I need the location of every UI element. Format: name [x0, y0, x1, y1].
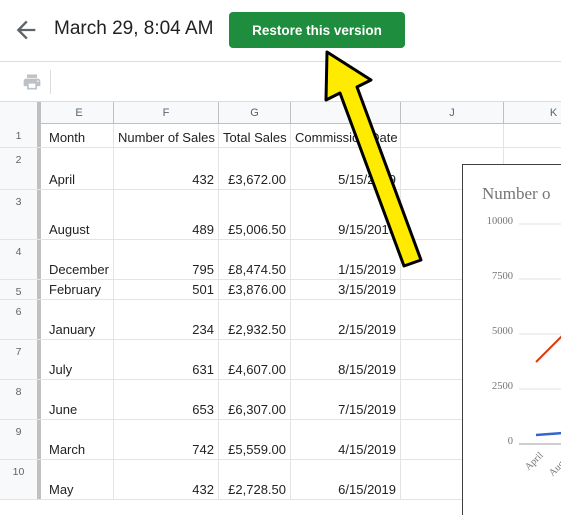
toolbar-divider — [50, 70, 51, 94]
cell-sales[interactable]: 234 — [114, 300, 219, 339]
version-title: March 29, 8:04 AM — [54, 18, 214, 39]
row-header[interactable]: 10 — [0, 460, 41, 499]
chart-plot-area — [519, 223, 561, 445]
cell-total[interactable]: £3,672.00 — [219, 148, 291, 189]
cell-comm[interactable]: 8/15/2019 — [291, 340, 401, 379]
version-header: March 29, 8:04 AM Restore this version — [0, 0, 561, 62]
cell-sales[interactable]: 501 — [114, 280, 219, 299]
cell-month[interactable]: January — [45, 300, 114, 339]
row-header[interactable]: 6 — [0, 300, 41, 339]
cell-sales[interactable]: Number of Sales — [114, 124, 219, 147]
table-row: 1 Month Number of Sales Total Sales Commissi… — [0, 124, 561, 148]
sales-chart[interactable]: Number o 10000 7500 5000 2500 0 April Au… — [462, 164, 561, 515]
row-header[interactable]: 5 — [0, 280, 41, 299]
cell-month[interactable]: August — [45, 190, 114, 239]
cell-comm[interactable]: 9/15/2019 — [291, 190, 401, 239]
cell-sales[interactable]: 489 — [114, 190, 219, 239]
cell-comm[interactable]: Commission Date — [291, 124, 401, 147]
cell-comm[interactable]: 4/15/2019 — [291, 420, 401, 459]
cell-sales[interactable]: 631 — [114, 340, 219, 379]
toolbar — [0, 62, 561, 102]
row-header[interactable]: 4 — [0, 240, 41, 279]
cell-month[interactable]: February — [45, 280, 114, 299]
cell-comm[interactable]: 6/15/2019 — [291, 460, 401, 499]
column-header-h[interactable] — [291, 102, 401, 124]
cell-month[interactable]: May — [45, 460, 114, 499]
cell-month[interactable]: April — [45, 148, 114, 189]
cell-total[interactable]: £8,474.50 — [219, 240, 291, 279]
cell-comm[interactable]: 7/15/2019 — [291, 380, 401, 419]
cell-month[interactable]: Month — [45, 124, 114, 147]
cell-empty[interactable] — [401, 124, 504, 147]
back-arrow-icon[interactable] — [12, 16, 40, 44]
column-header-k[interactable]: K — [504, 102, 561, 124]
cell-total[interactable]: £2,932.50 — [219, 300, 291, 339]
cell-total[interactable]: £4,607.00 — [219, 340, 291, 379]
column-header-g[interactable]: G — [219, 102, 291, 124]
row-header[interactable]: 9 — [0, 420, 41, 459]
cell-total[interactable]: £5,006.50 — [219, 190, 291, 239]
row-header[interactable]: 2 — [0, 148, 41, 189]
cell-month[interactable]: June — [45, 380, 114, 419]
column-header-e[interactable]: E — [45, 102, 114, 124]
column-header-row: E F G J K — [0, 102, 561, 124]
cell-comm[interactable]: 3/15/2019 — [291, 280, 401, 299]
cell-sales[interactable]: 432 — [114, 148, 219, 189]
cell-total[interactable]: Total Sales — [219, 124, 291, 147]
row-header[interactable]: 8 — [0, 380, 41, 419]
cell-total[interactable]: £3,876.00 — [219, 280, 291, 299]
cell-comm[interactable]: 2/15/2019 — [291, 300, 401, 339]
cell-total[interactable]: £5,559.00 — [219, 420, 291, 459]
row-header[interactable]: 1 — [0, 124, 41, 147]
cell-sales[interactable]: 742 — [114, 420, 219, 459]
cell-sales[interactable]: 653 — [114, 380, 219, 419]
cell-month[interactable]: July — [45, 340, 114, 379]
print-icon[interactable] — [22, 72, 42, 92]
cell-sales[interactable]: 795 — [114, 240, 219, 279]
series-line-red — [535, 335, 561, 363]
row-header[interactable]: 7 — [0, 340, 41, 379]
cell-empty[interactable] — [504, 124, 561, 147]
series-line-blue — [535, 431, 561, 437]
cell-sales[interactable]: 432 — [114, 460, 219, 499]
cell-total[interactable]: £2,728.50 — [219, 460, 291, 499]
cell-total[interactable]: £6,307.00 — [219, 380, 291, 419]
cell-comm[interactable]: 5/15/2019 — [291, 148, 401, 189]
column-header-f[interactable]: F — [114, 102, 219, 124]
cell-comm[interactable]: 1/15/2019 — [291, 240, 401, 279]
cell-month[interactable]: March — [45, 420, 114, 459]
cell-month[interactable]: December — [45, 240, 114, 279]
restore-version-button[interactable]: Restore this version — [229, 12, 405, 48]
select-all-corner[interactable] — [0, 102, 41, 124]
row-header[interactable]: 3 — [0, 190, 41, 239]
column-header-j[interactable]: J — [401, 102, 504, 124]
